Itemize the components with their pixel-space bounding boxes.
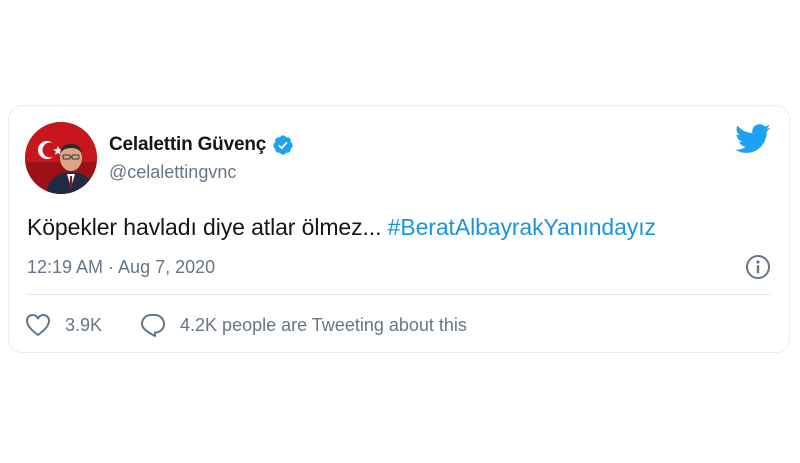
tweet-body-text: Köpekler havladı diye atlar ölmez...	[27, 214, 382, 240]
author-name-row[interactable]: Celalettin Güvenç	[109, 134, 294, 156]
avatar[interactable]	[25, 122, 97, 194]
like-count: 3.9K	[65, 314, 103, 335]
tweet-card[interactable]: Celalettin Güvenç @celalettingvnc Köpekl…	[8, 105, 790, 353]
conversation-count-text: 4.2K people are Tweeting about this	[180, 314, 467, 335]
verified-badge-icon	[273, 135, 293, 155]
heart-icon[interactable]	[25, 313, 51, 337]
speech-bubble-icon[interactable]	[140, 313, 166, 337]
divider	[27, 294, 771, 295]
like-action[interactable]: 3.9K	[25, 313, 102, 337]
tweet-timestamp[interactable]: 12:19 AM · Aug 7, 2020	[27, 257, 215, 278]
twitter-bird-icon[interactable]	[735, 124, 771, 154]
tweet-text: Köpekler havladı diye atlar ölmez... #Be…	[27, 214, 656, 241]
tweet-actions: 3.9K 4.2K people are Tweeting about this	[25, 313, 505, 337]
hashtag-link[interactable]: #BeratAlbayrakYanındayız	[388, 214, 656, 240]
author-handle[interactable]: @celalettingvnc	[109, 162, 236, 183]
info-icon[interactable]	[745, 254, 771, 280]
author-display-name[interactable]: Celalettin Güvenç	[109, 134, 266, 156]
conversation-action[interactable]: 4.2K people are Tweeting about this	[140, 313, 467, 337]
